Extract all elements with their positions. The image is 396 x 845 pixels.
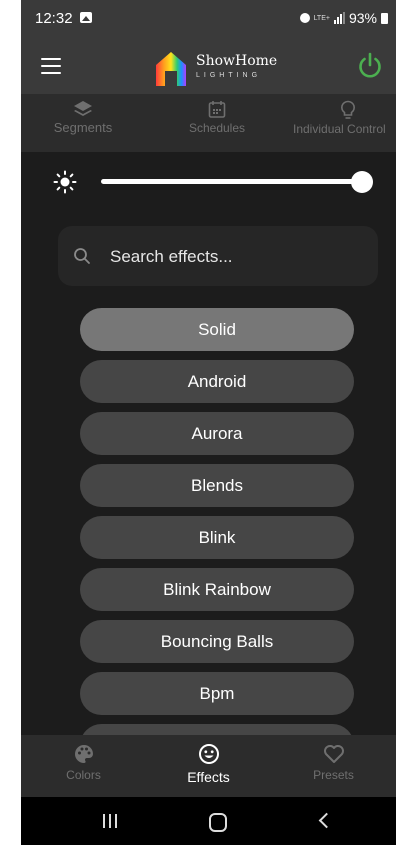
home-icon[interactable] <box>209 813 227 832</box>
nav-effects[interactable]: Effects <box>146 735 271 797</box>
tab-schedules[interactable]: Schedules <box>181 94 253 152</box>
back-icon[interactable] <box>318 812 335 829</box>
app-header: ShowHome LIGHTING <box>21 38 396 94</box>
alarm-icon <box>299 13 310 23</box>
effect-item-bpm[interactable]: Bpm <box>80 672 354 715</box>
brand-name: ShowHome <box>196 53 278 69</box>
effect-item-partial[interactable] <box>80 724 354 735</box>
layers-icon <box>74 101 92 116</box>
slider-thumb[interactable] <box>351 171 373 193</box>
search-input[interactable] <box>108 240 362 274</box>
nav-presets[interactable]: Presets <box>271 735 396 797</box>
effect-item-bouncing-balls[interactable]: Bouncing Balls <box>80 620 354 663</box>
tab-individual-control-label: Individual Control <box>293 122 386 136</box>
heart-icon <box>323 745 344 763</box>
gallery-icon <box>80 12 92 23</box>
tab-segments[interactable]: Segments <box>41 94 125 152</box>
brightness-slider[interactable] <box>101 171 373 193</box>
effect-item-android[interactable]: Android <box>80 360 354 403</box>
nav-effects-label: Effects <box>187 769 230 785</box>
nav-colors[interactable]: Colors <box>21 735 146 797</box>
effect-item-blink[interactable]: Blink <box>80 516 354 559</box>
brightness-icon <box>53 170 77 194</box>
search-bar[interactable] <box>58 226 378 286</box>
nav-colors-label: Colors <box>66 768 101 782</box>
bottom-nav: Colors Effects Presets <box>21 735 396 797</box>
top-tabs: Segments Schedules Individual Control <box>21 94 396 152</box>
palette-icon <box>74 745 93 763</box>
brand-subtitle: LIGHTING <box>196 72 262 79</box>
bulb-icon <box>341 100 355 119</box>
power-icon[interactable] <box>356 52 384 80</box>
status-indicators: LTE+ 93% <box>299 10 388 26</box>
house-logo-icon <box>156 52 186 86</box>
effects-list: Solid Android Aurora Blends Blink Blink … <box>21 300 396 735</box>
smiley-icon <box>198 744 219 764</box>
effect-item-blink-rainbow[interactable]: Blink Rainbow <box>80 568 354 611</box>
status-time: 12:32 <box>35 10 73 27</box>
tab-individual-control[interactable]: Individual Control <box>293 94 396 152</box>
nav-presets-label: Presets <box>313 768 354 782</box>
search-icon <box>74 248 90 264</box>
signal-icon <box>333 12 345 24</box>
effect-item-solid[interactable]: Solid <box>80 308 354 351</box>
status-bar: 12:32 LTE+ 93% <box>21 0 396 38</box>
menu-icon[interactable] <box>41 58 61 74</box>
slider-track[interactable] <box>101 179 367 184</box>
network-type: LTE+ <box>313 14 330 22</box>
system-nav-bar <box>21 797 396 845</box>
battery-percent: 93% <box>348 10 377 26</box>
battery-icon <box>381 12 388 24</box>
phone-screen: 12:32 LTE+ 93% ShowHome LIGHTING Segment… <box>21 0 396 845</box>
calendar-icon <box>208 101 226 118</box>
tab-segments-label: Segments <box>53 120 113 135</box>
recent-apps-icon[interactable] <box>103 814 117 828</box>
effect-item-aurora[interactable]: Aurora <box>80 412 354 455</box>
effect-item-blends[interactable]: Blends <box>80 464 354 507</box>
brand-logo: ShowHome LIGHTING <box>154 46 284 86</box>
tab-schedules-label: Schedules <box>188 121 246 135</box>
